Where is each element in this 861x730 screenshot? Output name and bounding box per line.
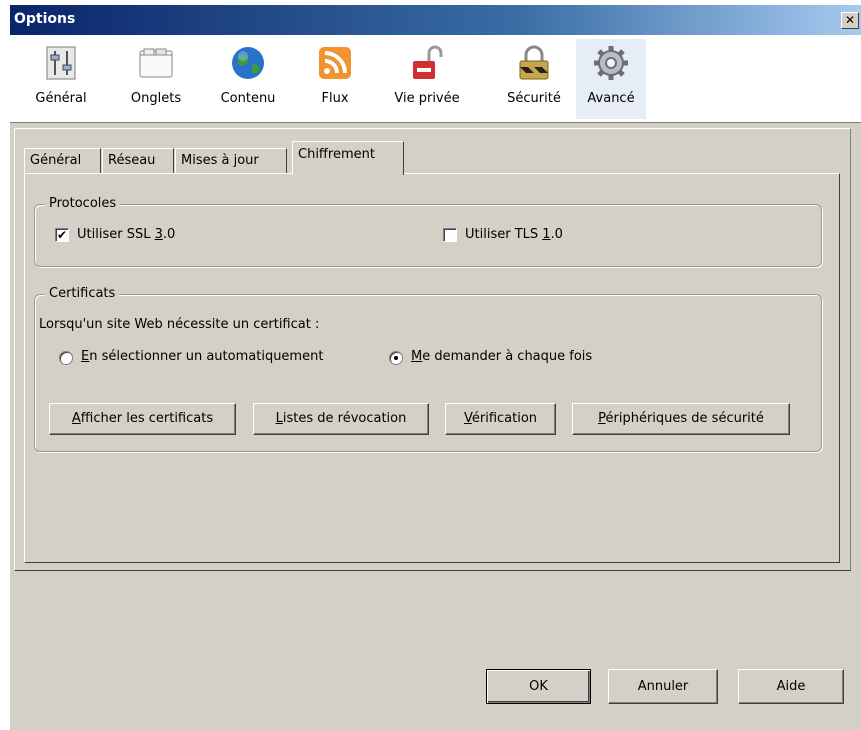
toolbar-item-flux[interactable]: Flux xyxy=(306,39,364,119)
globe-icon xyxy=(232,47,264,79)
toolbar-label: Contenu xyxy=(220,91,276,106)
tls-checkbox[interactable] xyxy=(443,228,457,242)
ok-button[interactable]: OK xyxy=(486,669,591,704)
verification-button[interactable]: Vérification xyxy=(445,403,556,435)
tls-label-text: Utiliser TLS xyxy=(465,227,543,242)
toolbar-label: Sécurité xyxy=(507,91,561,106)
ssl-checkbox[interactable]: ✔ xyxy=(55,228,69,242)
radio-auto-label[interactable]: En sélectionner un automatiquement xyxy=(81,349,323,364)
verification-text: érification xyxy=(471,411,538,426)
tab-chiffrement[interactable]: Chiffrement xyxy=(292,141,404,175)
radio-ask-label[interactable]: Me demander à chaque fois xyxy=(411,349,592,364)
sliders-icon xyxy=(46,46,76,80)
show-certificates-button[interactable]: Afficher les certificats xyxy=(49,403,236,435)
chiffrement-tab-body: Protocoles ✔ Utiliser SSL 3.0 Utiliser T… xyxy=(24,173,840,563)
close-button[interactable]: ✕ xyxy=(841,12,859,29)
verification-mnemonic: V xyxy=(463,411,472,426)
certificate-prompt: Lorsqu'un site Web nécessite un certific… xyxy=(39,317,320,332)
gear-icon xyxy=(594,46,628,80)
security-devices-text: ériphériques de sécurité xyxy=(605,411,764,426)
toolbar-label: Général xyxy=(35,91,87,106)
radio-auto-text: n sélectionner un automatiquement xyxy=(89,349,324,364)
radio-ask-text: e demander à chaque fois xyxy=(422,349,593,364)
protocols-legend: Protocoles xyxy=(45,196,121,211)
options-window: Options ✕ Général Onglets Contenu Flux V… xyxy=(10,5,861,730)
tab-mises-a-jour[interactable]: Mises à jour xyxy=(175,148,287,174)
radio-ask-every-time[interactable] xyxy=(389,351,403,365)
toolbar-item-onglets[interactable]: Onglets xyxy=(120,39,192,119)
certificates-legend: Certificats xyxy=(45,286,120,301)
toolbar-label: Vie privée xyxy=(394,91,460,106)
tabs-window-icon xyxy=(139,48,173,78)
toolbar-label: Onglets xyxy=(130,91,182,106)
toolbar-label: Flux xyxy=(321,91,349,106)
ssl-mnemonic: 3 xyxy=(154,227,163,242)
radio-selected-dot-icon xyxy=(394,356,398,360)
rss-feed-icon xyxy=(319,47,351,79)
check-mark-icon: ✔ xyxy=(56,228,68,242)
ssl-label[interactable]: Utiliser SSL 3.0 xyxy=(77,227,175,242)
radio-auto-select[interactable] xyxy=(59,351,73,365)
protocols-group: Protocoles ✔ Utiliser SSL 3.0 Utiliser T… xyxy=(34,196,822,267)
ssl-label-text: Utiliser SSL xyxy=(77,227,155,242)
radio-ask-mnemonic: M xyxy=(411,349,423,364)
certificates-group: Certificats Lorsqu'un site Web nécessite… xyxy=(34,286,822,452)
security-devices-mnemonic: P xyxy=(598,411,606,426)
tab-reseau[interactable]: Réseau xyxy=(102,148,174,174)
toolbar-item-general[interactable]: Général xyxy=(26,39,96,119)
toolbar-item-avance[interactable]: Avancé xyxy=(576,39,646,119)
security-devices-button[interactable]: Périphériques de sécurité xyxy=(572,403,790,435)
revocation-lists-text: istes de révocation xyxy=(282,411,407,426)
unlocked-padlock-icon xyxy=(413,45,443,79)
title-bar[interactable]: Options ✕ xyxy=(10,5,861,35)
ssl-label-suffix: .0 xyxy=(162,227,176,242)
toolbar-label: Avancé xyxy=(587,91,635,106)
toolbar-item-vie-privee[interactable]: Vie privée xyxy=(386,39,468,119)
padlock-icon xyxy=(519,45,549,80)
tab-general[interactable]: Général xyxy=(24,148,101,174)
cancel-button[interactable]: Annuler xyxy=(608,669,718,704)
help-button[interactable]: Aide xyxy=(738,669,844,704)
revocation-lists-button[interactable]: Listes de révocation xyxy=(253,403,429,435)
window-title: Options xyxy=(14,11,76,27)
tls-mnemonic: 1 xyxy=(542,227,551,242)
radio-auto-mnemonic: E xyxy=(81,349,90,364)
toolbar-item-contenu[interactable]: Contenu xyxy=(210,39,286,119)
show-certificates-mnemonic: A xyxy=(71,411,81,426)
options-toolbar: Général Onglets Contenu Flux Vie privée … xyxy=(10,35,861,123)
revocation-lists-mnemonic: L xyxy=(275,411,283,426)
show-certificates-text: fficher les certificats xyxy=(80,411,214,426)
tls-label-suffix: .0 xyxy=(550,227,563,242)
tls-label[interactable]: Utiliser TLS 1.0 xyxy=(465,227,563,242)
toolbar-item-securite[interactable]: Sécurité xyxy=(498,39,570,119)
